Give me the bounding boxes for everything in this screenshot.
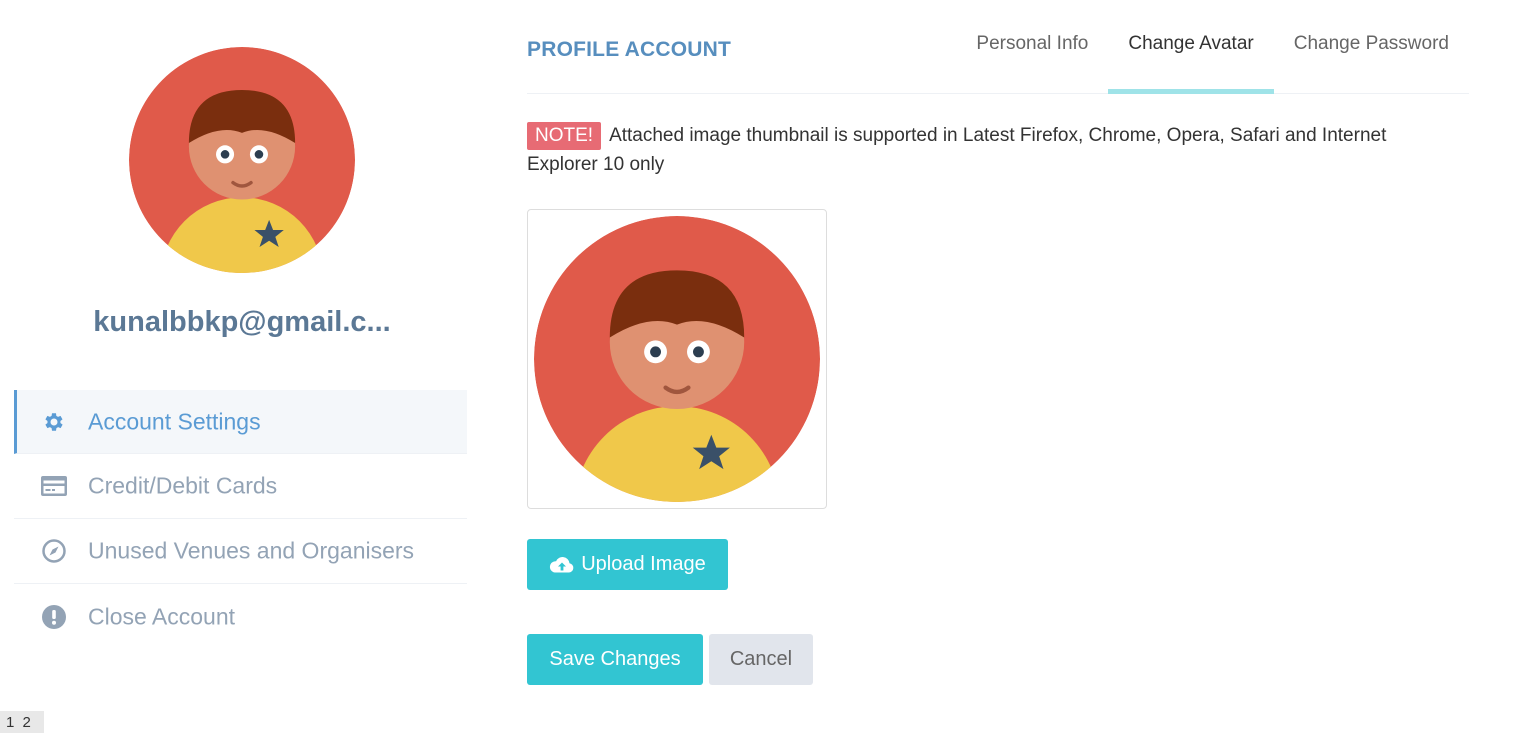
tab-change-avatar[interactable]: Change Avatar xyxy=(1108,0,1275,94)
compass-icon xyxy=(40,537,68,565)
sidebar-item-credit-debit-cards[interactable]: Credit/Debit Cards xyxy=(14,454,467,519)
note-message: NOTE! Attached image thumbnail is support… xyxy=(527,121,1427,179)
tab-personal-info[interactable]: Personal Info xyxy=(956,0,1108,94)
child-avatar-icon xyxy=(129,47,355,273)
pager-indicator: 1 2 xyxy=(0,711,44,733)
note-badge: NOTE! xyxy=(527,122,602,150)
gear-icon xyxy=(40,408,68,436)
sidebar-item-label: Credit/Debit Cards xyxy=(88,472,278,499)
upload-image-button[interactable]: Upload Image xyxy=(527,539,728,590)
sidebar-menu: Account Settings Credit/Debit Cards Unus… xyxy=(14,390,467,649)
cloud-upload-icon xyxy=(549,555,575,575)
upload-image-label: Upload Image xyxy=(581,553,706,575)
sidebar-item-label: Close Account xyxy=(88,603,236,629)
page-title: PROFILE ACCOUNT xyxy=(527,38,732,61)
profile-sidebar: kunalbbkp@gmail.c... Account Settings Cr… xyxy=(14,0,467,700)
avatar-thumbnail xyxy=(527,209,827,509)
sidebar-item-label: Account Settings xyxy=(88,408,261,434)
panel-header: PROFILE ACCOUNT Personal Info Change Ava… xyxy=(527,0,1469,94)
child-avatar-icon xyxy=(534,216,820,502)
sidebar-item-unused-venues[interactable]: Unused Venues and Organisers xyxy=(14,519,467,584)
tab-bar: Personal Info Change Avatar Change Passw… xyxy=(956,0,1469,94)
credit-card-icon xyxy=(40,472,68,500)
note-text: Attached image thumbnail is supported in… xyxy=(527,125,1387,175)
sidebar-avatar xyxy=(129,47,355,273)
sidebar-item-close-account[interactable]: Close Account xyxy=(14,584,467,649)
tab-change-password[interactable]: Change Password xyxy=(1274,0,1469,94)
cancel-button[interactable]: Cancel xyxy=(709,634,813,685)
sidebar-username: kunalbbkp@gmail.c... xyxy=(93,306,391,338)
sidebar-item-label: Unused Venues and Organisers xyxy=(88,537,415,564)
save-changes-button[interactable]: Save Changes xyxy=(527,634,703,685)
exclamation-circle-icon xyxy=(40,603,68,631)
profile-main-panel: PROFILE ACCOUNT Personal Info Change Ava… xyxy=(527,0,1469,700)
sidebar-item-account-settings[interactable]: Account Settings xyxy=(14,390,467,454)
